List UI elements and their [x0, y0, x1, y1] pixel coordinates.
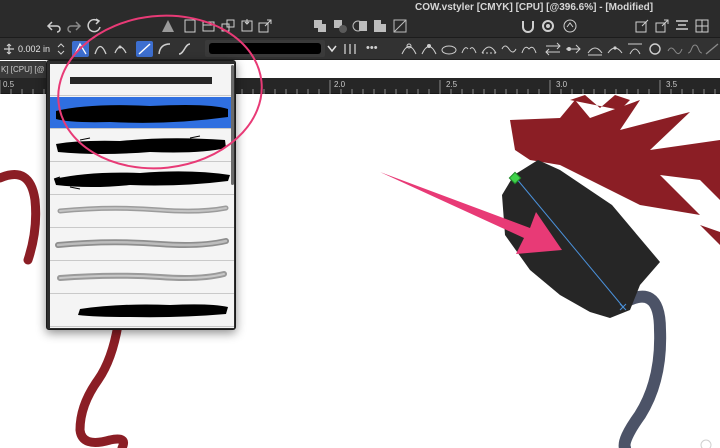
distribute-nodes-icon[interactable]: [606, 41, 624, 57]
document-icon[interactable]: [200, 18, 216, 34]
brush-stroke-preview: [70, 77, 212, 84]
arrange-icon[interactable]: [220, 18, 236, 34]
convert-sharp-icon[interactable]: [400, 41, 418, 57]
brush-item[interactable]: [50, 295, 234, 327]
align-nodes-icon[interactable]: [586, 41, 604, 57]
move-icon[interactable]: [3, 41, 15, 57]
squiggle-icon[interactable]: [686, 41, 704, 57]
boolean-divide-icon[interactable]: [392, 18, 408, 34]
document-tab[interactable]: K] [CPU] [@: [0, 61, 46, 78]
boolean-intersect-icon[interactable]: [352, 18, 368, 34]
ruler-label: 2.0: [334, 80, 346, 89]
ruler-label: 0.5: [3, 80, 15, 89]
brush-stroke-preview: [57, 205, 229, 214]
undo-icon[interactable]: [46, 18, 62, 34]
slate-stroke: [614, 290, 667, 448]
brush-list[interactable]: [50, 64, 234, 328]
align-icon[interactable]: [674, 18, 690, 34]
share-icon[interactable]: [654, 18, 670, 34]
sharp-node-icon[interactable]: [72, 41, 89, 57]
brush-preview-stroke: [209, 43, 321, 54]
brush-item[interactable]: [50, 262, 234, 294]
brush-stroke-preview: [56, 135, 226, 154]
brush-item[interactable]: [50, 64, 234, 96]
convert-smooth-icon[interactable]: [420, 41, 438, 57]
smooth-curve-icon[interactable]: [500, 41, 518, 57]
redo-icon[interactable]: [66, 18, 82, 34]
rotate-icon[interactable]: [86, 18, 102, 34]
window-title: COW.vstyler [CMYK] [CPU] [@396.6%] - [Mo…: [415, 2, 654, 13]
close-curve-icon[interactable]: [480, 41, 498, 57]
width-stepper[interactable]: [57, 41, 65, 57]
wave-icon[interactable]: [666, 41, 684, 57]
boolean-xor-icon[interactable]: [372, 18, 388, 34]
main-toolbar: COW.vstyler [CMYK] [CPU] [@396.6%] - [Mo…: [0, 0, 720, 38]
s-curve-mode-icon[interactable]: [176, 41, 193, 57]
more-options-button[interactable]: •••: [366, 41, 384, 57]
snapping-icon[interactable]: [520, 18, 536, 34]
offset-icon[interactable]: [704, 41, 720, 57]
brush-stroke-preview: [56, 105, 228, 123]
insert-icon[interactable]: [239, 18, 255, 34]
assistant-icon[interactable]: [562, 18, 578, 34]
reverse-curve-icon[interactable]: [544, 41, 562, 57]
smooth-node-icon[interactable]: [92, 41, 109, 57]
ruler-label: 2.5: [446, 80, 458, 89]
align-top-icon[interactable]: [626, 41, 644, 57]
curve-node-icon[interactable]: [112, 41, 129, 57]
ruler-label: 3.5: [666, 80, 678, 89]
brush-stroke-preview: [78, 304, 228, 318]
chevron-down-icon[interactable]: [326, 41, 338, 56]
page-icon[interactable]: [182, 18, 198, 34]
join-curves-icon[interactable]: [520, 41, 538, 57]
red-curve-bottom: [75, 320, 128, 448]
brush-popup[interactable]: [46, 60, 236, 330]
transform-icon[interactable]: [634, 18, 650, 34]
boolean-subtract-icon[interactable]: [332, 18, 348, 34]
popup-scrollbar[interactable]: [231, 65, 234, 185]
quick-grid-icon[interactable]: [694, 18, 710, 34]
ruler-label: 3.0: [556, 80, 568, 89]
circle-node-icon[interactable]: [646, 41, 664, 57]
convert-smart-icon[interactable]: [440, 41, 458, 57]
stroke-width-field[interactable]: 0.002 in: [18, 42, 58, 56]
brush-stroke-preview: [57, 271, 227, 281]
brush-stroke-preview: [55, 238, 229, 248]
line-mode-icon[interactable]: [136, 41, 153, 57]
red-curve-left: [0, 170, 41, 265]
brush-item[interactable]: [50, 130, 234, 162]
boolean-add-icon[interactable]: [312, 18, 328, 34]
stroke-options-icon[interactable]: [342, 41, 358, 57]
red-flame-edge: [700, 225, 720, 245]
gear-icon[interactable]: [540, 18, 556, 34]
brush-item[interactable]: [50, 229, 234, 261]
brush-stroke-preview: [53, 171, 230, 190]
break-curve-icon[interactable]: [460, 41, 478, 57]
faint-mark: [700, 439, 712, 448]
curve-mode-icon[interactable]: [156, 41, 173, 57]
brush-item[interactable]: [50, 163, 234, 195]
export-icon[interactable]: [257, 18, 273, 34]
brush-preview-button[interactable]: [205, 40, 325, 57]
triangle-tool-icon[interactable]: [160, 18, 176, 34]
brush-item-selected[interactable]: [50, 97, 234, 129]
alternate-curve-icon[interactable]: [564, 41, 582, 57]
brush-item[interactable]: [50, 196, 234, 228]
context-toolbar: 0.002 in •••: [0, 38, 720, 60]
